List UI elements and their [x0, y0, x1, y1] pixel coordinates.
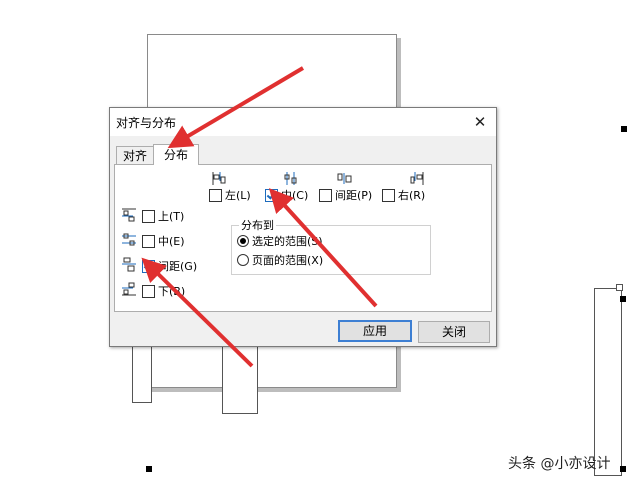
- h-right-label: 右(R): [398, 189, 426, 202]
- h-center-checkbox[interactable]: [265, 189, 278, 202]
- apply-button[interactable]: 应用: [338, 320, 412, 342]
- v-spacing-checkbox[interactable]: [142, 260, 155, 273]
- selection-handle[interactable]: [620, 296, 626, 302]
- v-spacing-label: 间距(G): [158, 260, 198, 273]
- selected-range-label: 选定的范围(S): [252, 235, 323, 248]
- v-center-label: 中(E): [158, 235, 185, 248]
- shape-rect-left[interactable]: [132, 345, 152, 403]
- tab-align[interactable]: 对齐: [116, 146, 154, 165]
- v-bottom-label: 下(B): [158, 285, 186, 298]
- close-button[interactable]: 关闭: [418, 321, 490, 343]
- distribute-top-icon: [122, 208, 136, 222]
- distribute-bottom-icon: [122, 282, 136, 296]
- tab-distribute[interactable]: 分布: [153, 144, 199, 165]
- v-center-checkbox[interactable]: [142, 235, 155, 248]
- close-icon[interactable]: ✕: [468, 111, 492, 133]
- distribute-center-h-icon: [284, 172, 297, 185]
- distribute-spacing-h-icon: [337, 173, 352, 184]
- v-bottom-checkbox[interactable]: [142, 285, 155, 298]
- h-left-checkbox[interactable]: [209, 189, 222, 202]
- distribute-center-v-icon: [122, 233, 136, 246]
- h-center-label: 中(C): [281, 189, 309, 202]
- h-right-checkbox[interactable]: [382, 189, 395, 202]
- dialog-titlebar[interactable]: 对齐与分布 ✕: [110, 108, 496, 136]
- h-spacing-checkbox[interactable]: [319, 189, 332, 202]
- h-spacing-label: 间距(P): [335, 189, 373, 202]
- distribute-panel: 左(L) 中(C) 间距(P) 右(R) 上(T) 中(E) 间距(G) 下(B…: [114, 164, 492, 312]
- distribute-spacing-v-icon: [122, 257, 136, 272]
- selected-range-radio[interactable]: [237, 235, 249, 247]
- v-top-label: 上(T): [158, 210, 185, 223]
- align-distribute-dialog: 对齐与分布 ✕ 对齐 左(L) 中(C) 间距(P) 右(R) 上(T) 中(E…: [109, 107, 497, 347]
- selection-handle[interactable]: [620, 466, 626, 472]
- dialog-title: 对齐与分布: [116, 116, 177, 130]
- h-left-label: 左(L): [225, 189, 251, 202]
- shape-rect-middle[interactable]: [222, 345, 258, 414]
- page-range-label: 页面的范围(X): [252, 254, 324, 267]
- watermark: 头条 @小亦设计: [508, 456, 611, 472]
- v-top-checkbox[interactable]: [142, 210, 155, 223]
- selection-handle[interactable]: [146, 466, 152, 472]
- shape-rect-right[interactable]: [594, 288, 622, 476]
- page-range-radio[interactable]: [237, 254, 249, 266]
- distribute-to-title: 分布到: [239, 217, 276, 233]
- distribute-left-icon: [212, 172, 226, 185]
- distribute-right-icon: [410, 172, 424, 185]
- selection-handle[interactable]: [621, 126, 627, 132]
- selection-handle[interactable]: [616, 284, 623, 291]
